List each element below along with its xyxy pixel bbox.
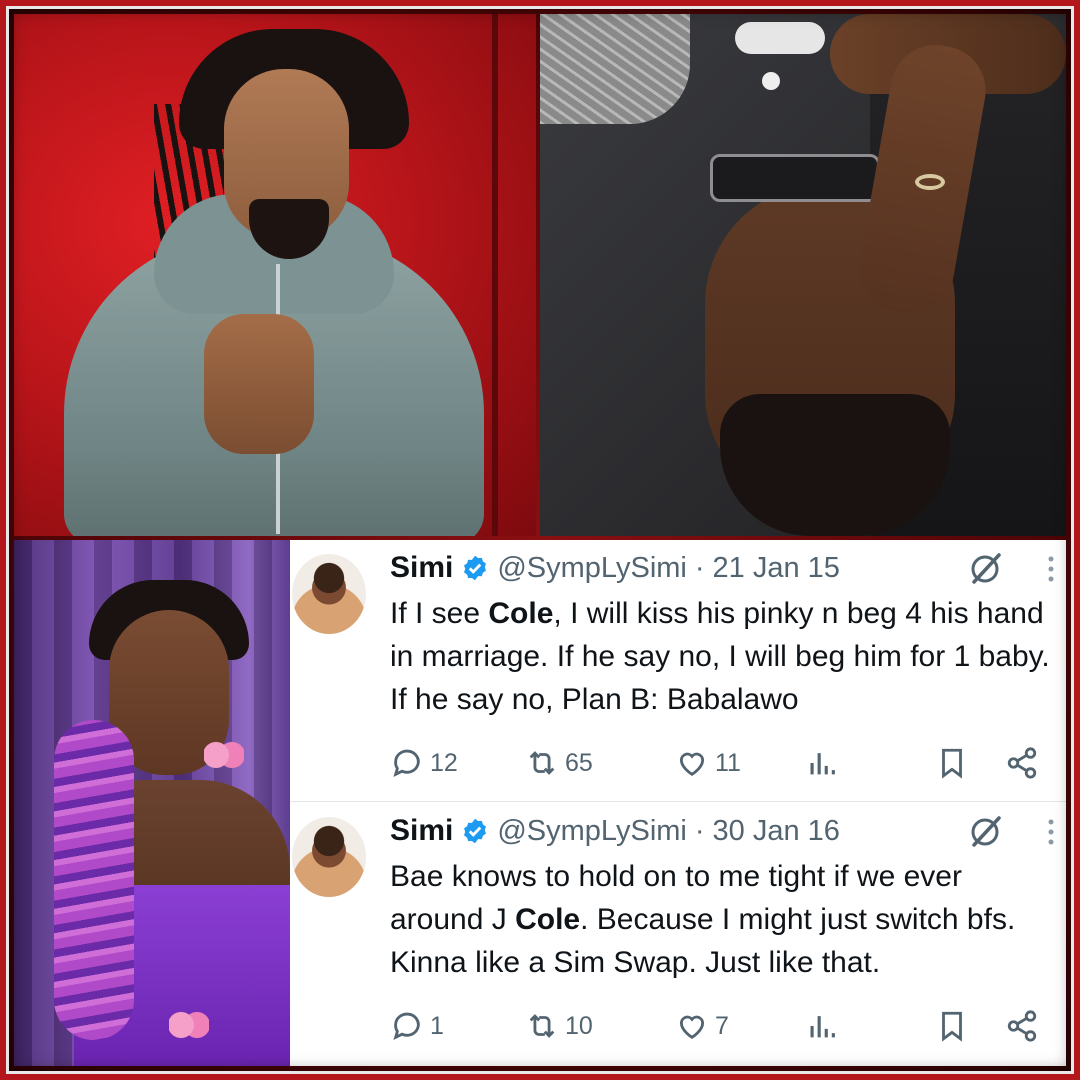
tweet-text-part: If I see: [390, 597, 489, 630]
share-icon: [1007, 747, 1037, 779]
retweet-count: 65: [565, 748, 593, 777]
tweet-header: Simi @SympLySimi · 21 Jan 15: [390, 546, 840, 590]
more-icon[interactable]: [1046, 817, 1056, 847]
photo-j-cole: [14, 14, 536, 536]
retweet-button[interactable]: 65: [525, 740, 593, 786]
tweet-card[interactable]: Simi @SympLySimi · 21 Jan 15 If I see Co…: [290, 540, 1066, 802]
more-icon[interactable]: [1046, 554, 1056, 584]
tweet-actions: 12 65 11: [390, 740, 1060, 786]
author-name[interactable]: Simi: [390, 814, 453, 848]
reply-button[interactable]: 12: [390, 740, 458, 786]
tweet-text: If I see Cole, I will kiss his pinky n b…: [390, 592, 1060, 721]
grok-icon[interactable]: [968, 550, 1004, 586]
retweet-count: 10: [565, 1011, 593, 1040]
share-icon: [1007, 1010, 1037, 1042]
like-button[interactable]: 7: [675, 1003, 729, 1049]
bookmark-icon: [942, 748, 962, 779]
tweet-text: Bae knows to hold on to me tight if we e…: [390, 855, 1060, 984]
views-icon: [810, 753, 835, 775]
reply-icon: [393, 749, 420, 778]
tweets-panel: Simi @SympLySimi · 21 Jan 15 If I see Co…: [290, 540, 1066, 1066]
verified-badge-icon: [461, 817, 489, 845]
views-button[interactable]: [805, 1003, 839, 1049]
reply-count: 12: [430, 748, 458, 777]
photo-man-with-sunglasses: [540, 14, 1066, 536]
tweet-date[interactable]: 30 Jan 16: [713, 815, 840, 848]
separator: ·: [694, 551, 705, 584]
views-icon: [810, 1016, 835, 1038]
tweet-actions: 1 10 7: [390, 1003, 1060, 1049]
retweet-icon: [529, 1014, 555, 1038]
avatar[interactable]: [292, 554, 366, 634]
verified-badge-icon: [461, 554, 489, 582]
like-button[interactable]: 11: [675, 740, 741, 786]
tweet-header: Simi @SympLySimi · 30 Jan 16: [390, 809, 840, 853]
retweet-button[interactable]: 10: [525, 1003, 593, 1049]
tweet-text-bold: Cole: [488, 597, 554, 630]
bookmark-button[interactable]: [935, 740, 969, 786]
reply-button[interactable]: 1: [390, 1003, 444, 1049]
author-handle[interactable]: @SympLySimi: [497, 815, 687, 848]
share-button[interactable]: [1005, 740, 1039, 786]
tweet-date[interactable]: 21 Jan 15: [713, 552, 840, 585]
bookmark-button[interactable]: [935, 1003, 969, 1049]
reply-count: 1: [430, 1011, 444, 1040]
retweet-icon: [529, 751, 555, 775]
share-button[interactable]: [1005, 1003, 1039, 1049]
views-button[interactable]: [805, 740, 839, 786]
like-count: 7: [715, 1011, 729, 1040]
like-icon: [679, 752, 705, 776]
bookmark-icon: [942, 1011, 962, 1042]
avatar[interactable]: [292, 817, 366, 897]
separator: ·: [694, 814, 705, 847]
tweet-text-bold: Cole: [515, 903, 581, 936]
author-name[interactable]: Simi: [390, 551, 453, 585]
reply-icon: [393, 1012, 420, 1041]
tweet-card[interactable]: Simi @SympLySimi · 30 Jan 16 Bae knows t…: [290, 803, 1066, 1066]
like-icon: [679, 1015, 705, 1039]
like-count: 11: [715, 748, 741, 777]
author-handle[interactable]: @SympLySimi: [497, 552, 687, 585]
photo-simi: [14, 540, 290, 1066]
grok-icon[interactable]: [968, 813, 1004, 849]
